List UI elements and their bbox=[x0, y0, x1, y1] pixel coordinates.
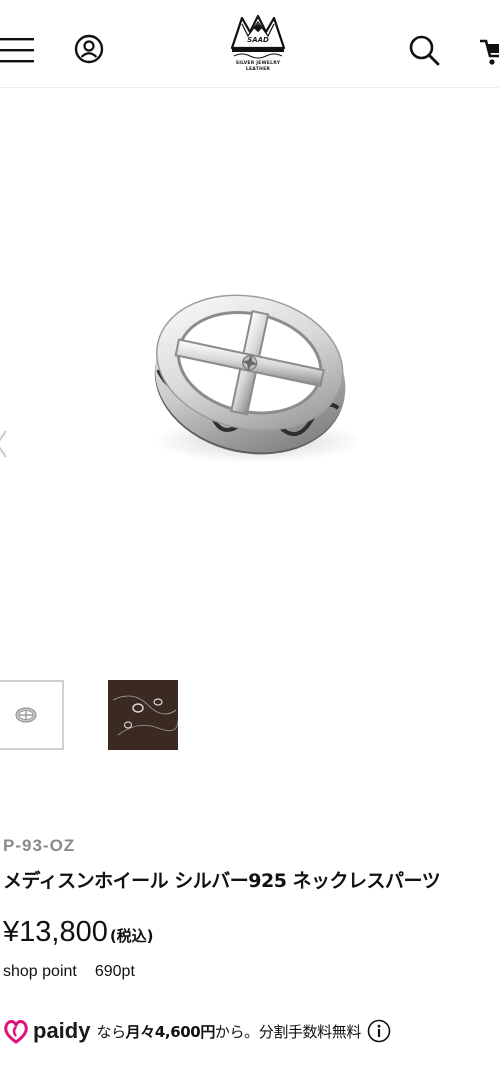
points-value: 690pt bbox=[94, 963, 135, 980]
thumbnail-ring-image bbox=[15, 707, 37, 723]
product-photo bbox=[153, 294, 363, 463]
product-main-image[interactable] bbox=[0, 89, 499, 659]
price-row: ¥13,800 (税込) bbox=[3, 916, 154, 949]
info-icon[interactable] bbox=[367, 1019, 391, 1043]
thumbnail-lifestyle-image bbox=[108, 680, 178, 750]
thumbnail-2[interactable] bbox=[108, 680, 178, 750]
points-label: shop point bbox=[3, 963, 77, 980]
paidy-text: なら月々4,600円から。分割手数料無料 bbox=[96, 1021, 361, 1042]
logo-tagline: SILVER JEWELRY LEATHER bbox=[218, 61, 298, 73]
user-icon[interactable] bbox=[74, 34, 104, 64]
logo-sub2: LEATHER bbox=[245, 67, 271, 72]
tax-label: (税込) bbox=[109, 927, 154, 945]
shop-points: shop point 690pt bbox=[3, 963, 135, 981]
product-price: ¥13,800 bbox=[3, 916, 108, 948]
paidy-monthly: 月々4,600円 bbox=[125, 1022, 216, 1041]
product-sku: P-93-OZ bbox=[3, 836, 76, 855]
product-title: メディスンホイール シルバー925 ネックレスパーツ bbox=[3, 870, 441, 892]
carousel-prev-icon[interactable] bbox=[0, 429, 8, 459]
paidy-text-suffix: から。分割手数料無料 bbox=[214, 1022, 361, 1041]
site-header: SAAD SILVER JEWELRY LEATHER bbox=[0, 0, 499, 88]
cart-icon[interactable] bbox=[480, 38, 499, 66]
paidy-logo-icon bbox=[4, 1020, 28, 1044]
paidy-brand: paidy bbox=[33, 1018, 91, 1043]
menu-icon[interactable] bbox=[0, 36, 34, 64]
thumbnail-1[interactable] bbox=[0, 680, 64, 750]
paidy-banner: paidy なら月々4,600円から。分割手数料無料 bbox=[2, 1017, 391, 1045]
paidy-text-prefix: なら bbox=[96, 1022, 126, 1041]
logo-name: SAAD bbox=[247, 36, 269, 44]
search-icon[interactable] bbox=[408, 34, 440, 66]
